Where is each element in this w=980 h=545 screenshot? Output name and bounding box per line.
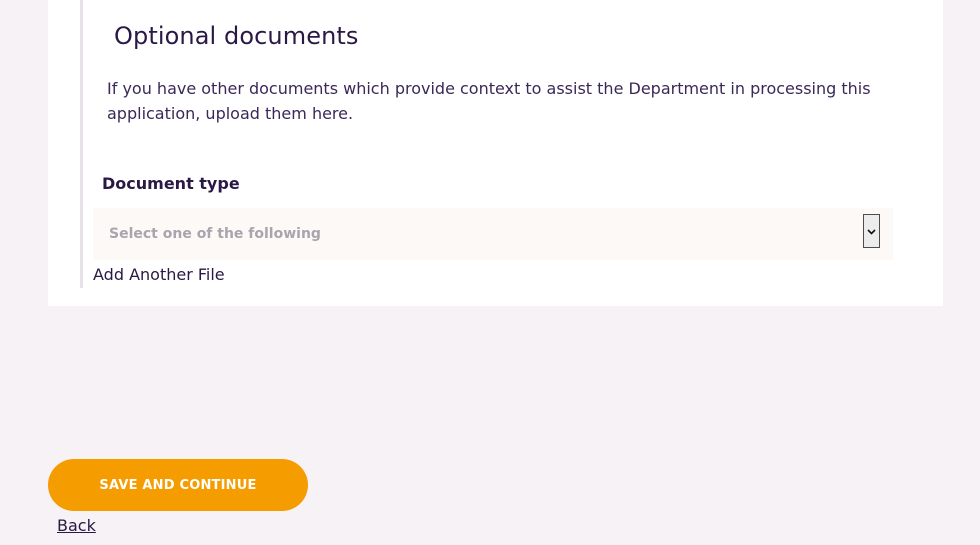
select-placeholder: Select one of the following <box>109 226 321 242</box>
back-link[interactable]: Back <box>57 516 96 535</box>
optional-documents-section: Optional documents If you have other doc… <box>80 0 913 288</box>
document-type-select[interactable]: Select one of the following <box>93 208 893 260</box>
section-description: If you have other documents which provid… <box>107 79 871 123</box>
section-title: Optional documents <box>114 22 359 50</box>
chevron-down-icon[interactable] <box>863 214 880 248</box>
add-another-file-link[interactable]: Add Another File <box>93 265 225 284</box>
document-type-label: Document type <box>102 174 240 193</box>
save-and-continue-button[interactable]: SAVE AND CONTINUE <box>48 459 308 511</box>
